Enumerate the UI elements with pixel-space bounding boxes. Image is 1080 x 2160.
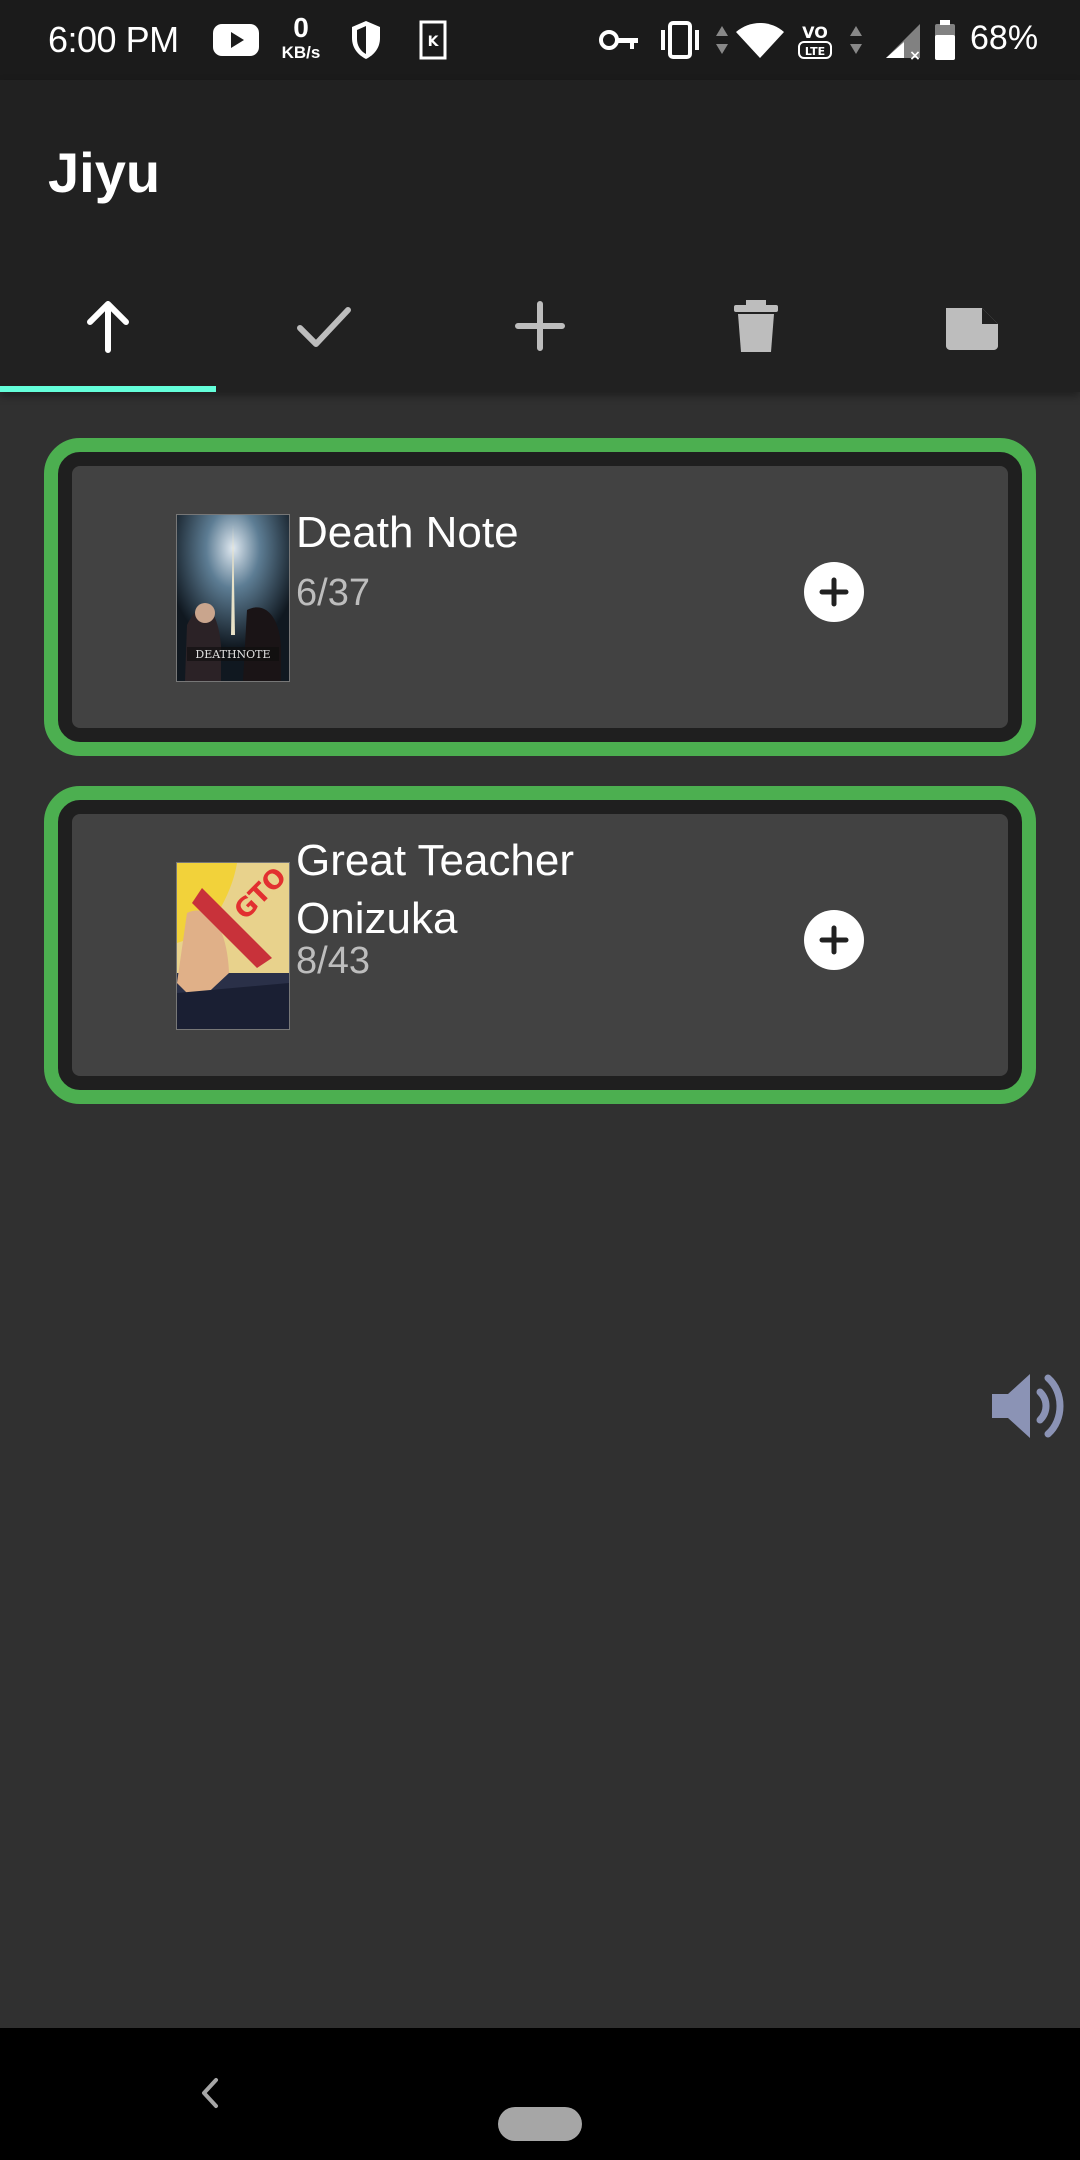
increment-button[interactable]: [804, 562, 864, 622]
tab-dropped[interactable]: [648, 260, 864, 392]
item-title: Death Note: [296, 508, 519, 557]
plus-icon: [515, 301, 565, 351]
battery-percent: 68%: [970, 19, 1039, 57]
data-arrows-icon-2: [850, 26, 862, 54]
youtube-icon: [213, 24, 259, 56]
status-bar: 6:00 PM 0 KB/s K VO LTE × 68%: [0, 0, 1080, 80]
check-icon: [297, 307, 351, 347]
tab-add[interactable]: [432, 260, 648, 392]
app-title: Jiyu: [48, 141, 161, 204]
volume-icon[interactable]: [988, 1364, 1072, 1448]
system-nav-bar: [0, 2028, 1080, 2160]
item-card[interactable]: DEATHNOTE Death Note 6/37: [72, 466, 1008, 728]
wifi-icon: [736, 23, 784, 58]
svg-text:VO: VO: [802, 23, 828, 42]
plus-icon: [819, 577, 849, 607]
trash-icon: [734, 300, 778, 352]
item-card[interactable]: GTO Great Teacher Onizuka 8/43: [72, 814, 1008, 1076]
status-time: 6:00 PM: [48, 19, 179, 60]
item-title: Great Teacher Onizuka: [296, 836, 575, 943]
arrow-up-icon: [87, 301, 129, 353]
vpn-key-icon: [599, 30, 638, 50]
list-item[interactable]: DEATHNOTE Death Note 6/37: [44, 438, 1036, 756]
plus-icon: [819, 925, 849, 955]
list-item[interactable]: GTO Great Teacher Onizuka 8/43: [44, 786, 1036, 1104]
battery-icon: [935, 20, 955, 60]
tab-notes[interactable]: [864, 260, 1080, 392]
death-note-cover: DEATHNOTE: [176, 514, 290, 682]
app-bar: Jiyu: [0, 80, 1080, 392]
gto-cover: GTO: [176, 862, 290, 1030]
home-pill[interactable]: [498, 2107, 582, 2141]
note-icon: [946, 308, 998, 350]
tab-completed[interactable]: [216, 260, 432, 392]
item-progress: 8/43: [296, 940, 370, 982]
volte-icon: VO LTE: [798, 23, 832, 59]
tab-bar: [0, 260, 1080, 392]
increment-button[interactable]: [804, 910, 864, 970]
vibrate-icon: [661, 21, 699, 59]
network-speed: 0 KB/s: [281, 12, 321, 62]
data-arrows-icon: [716, 26, 728, 54]
svg-text:LTE: LTE: [805, 45, 825, 58]
item-progress: 6/37: [296, 572, 370, 614]
svg-text:×: ×: [909, 48, 921, 62]
tab-up[interactable]: [0, 260, 216, 392]
svg-text:DEATHNOTE: DEATHNOTE: [195, 648, 270, 661]
svg-text:K: K: [428, 34, 440, 50]
signal-icon: ×: [886, 24, 921, 62]
k-app-icon: K: [419, 20, 447, 60]
back-icon[interactable]: [190, 2068, 226, 2118]
shield-icon: [352, 21, 380, 59]
tab-indicator: [0, 386, 216, 392]
